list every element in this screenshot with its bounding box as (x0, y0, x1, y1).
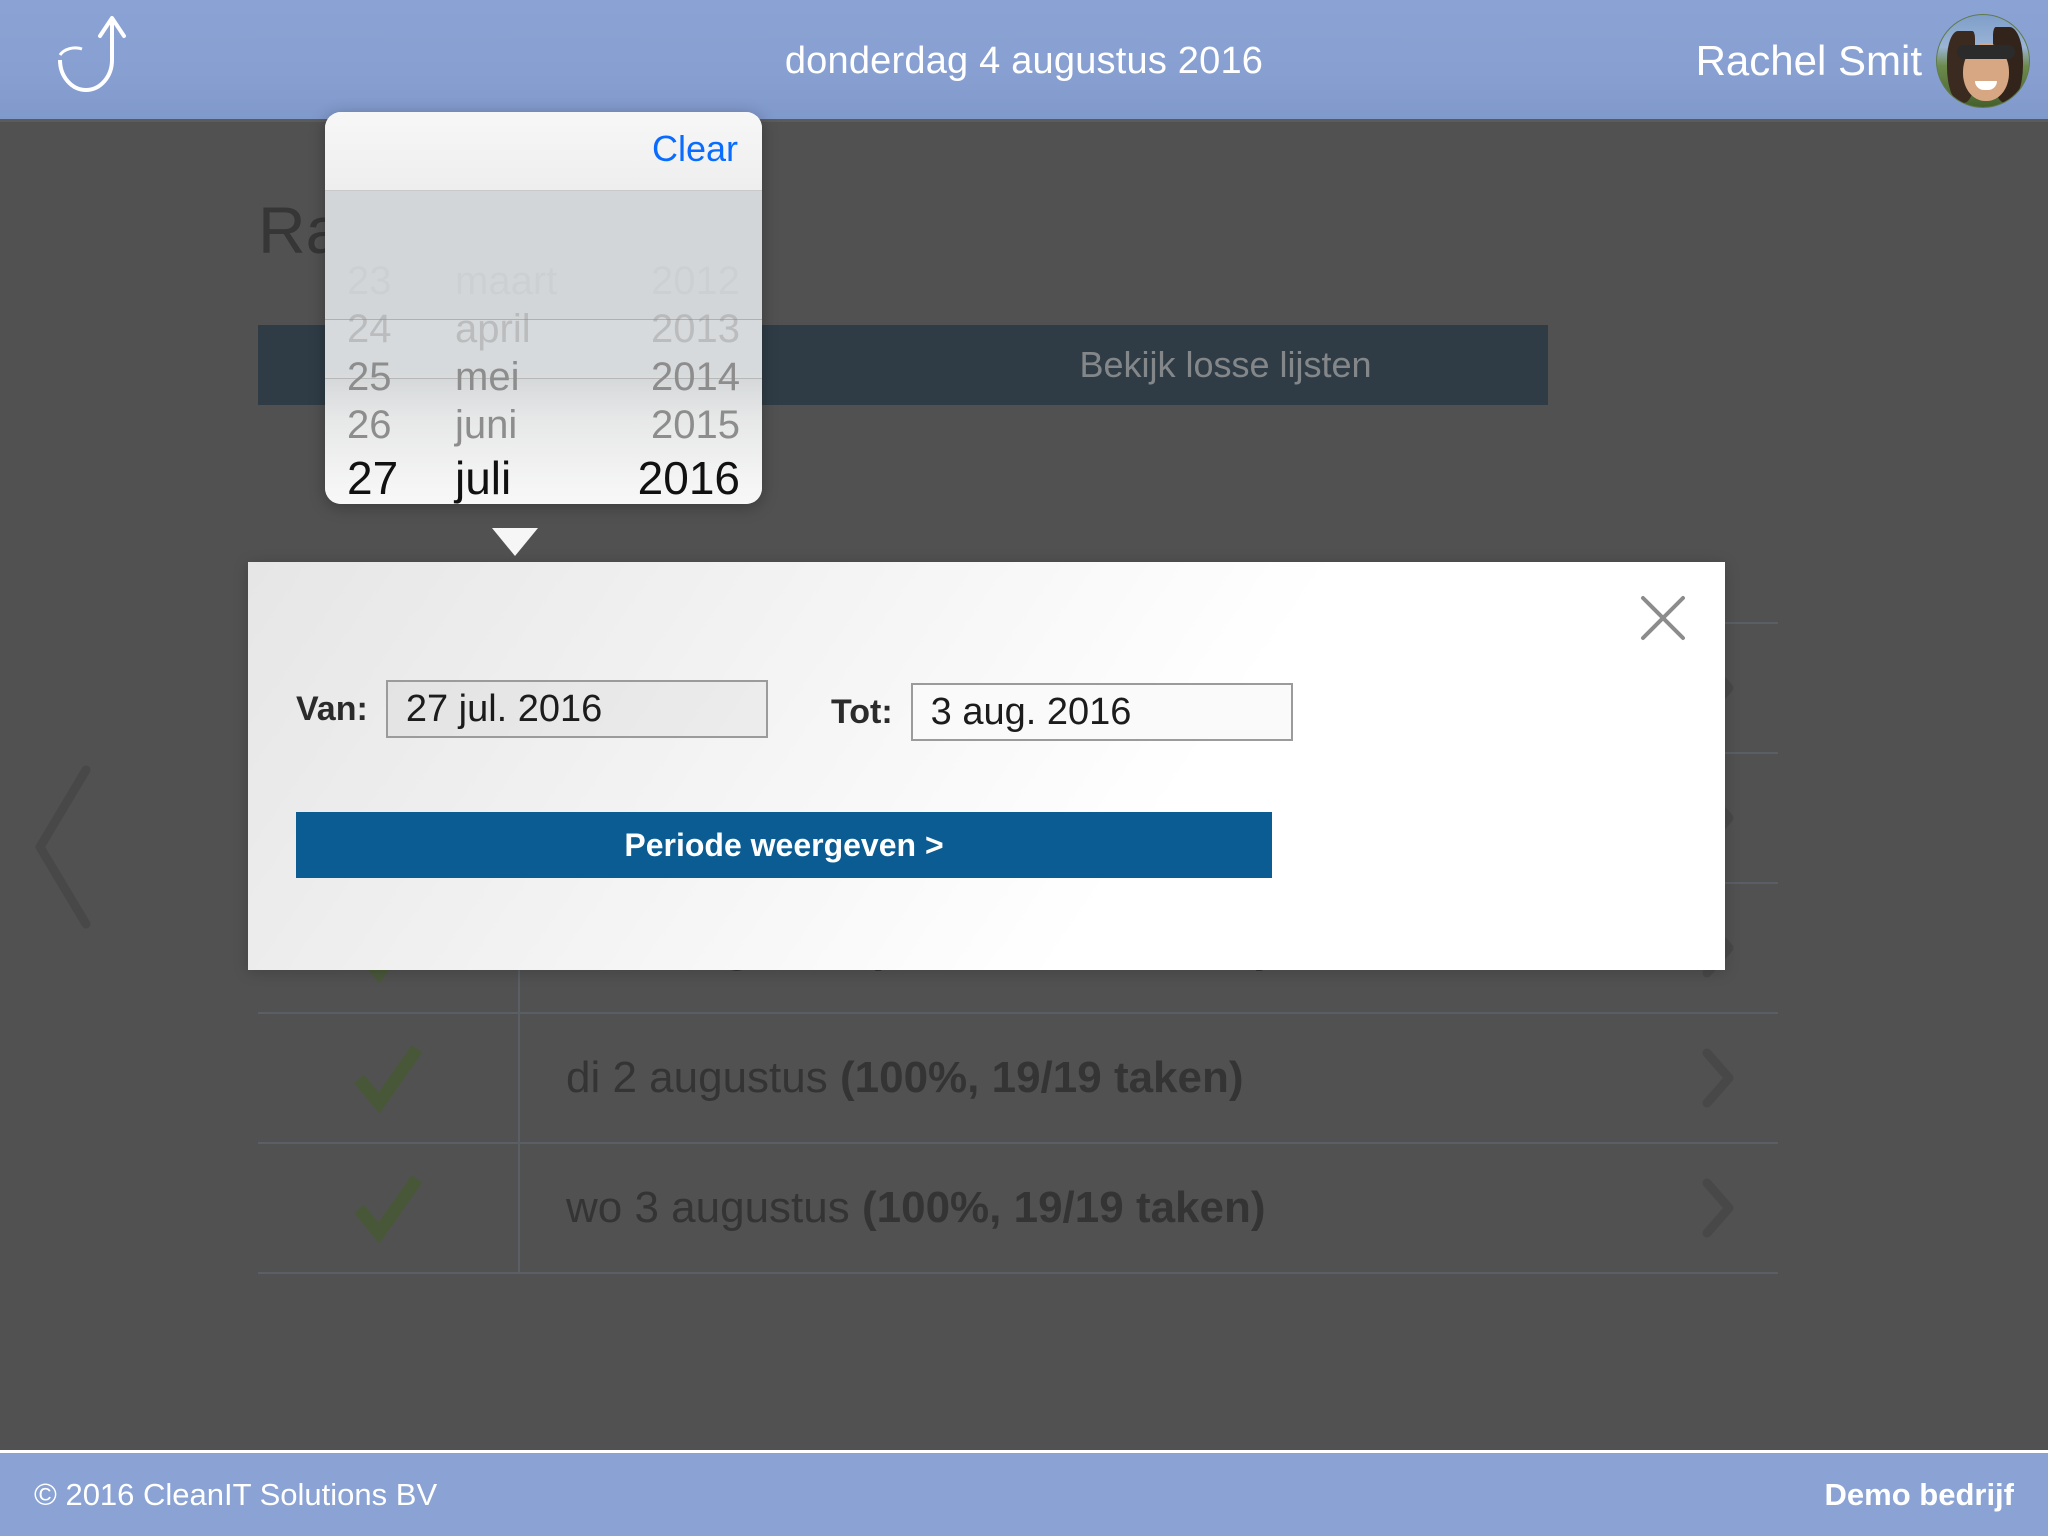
close-x-icon (1641, 596, 1685, 640)
top-bar: donderdag 4 augustus 2016 Rachel Smit (0, 0, 2048, 122)
month-option[interactable]: mei (445, 353, 622, 401)
month-option-selected[interactable]: juli (445, 449, 622, 504)
van-date-input[interactable]: 27 jul. 2016 (385, 680, 768, 738)
clear-button[interactable]: Clear (652, 128, 738, 170)
day-option-selected[interactable]: 27 (325, 449, 445, 504)
close-button[interactable] (1635, 590, 1691, 646)
tot-field-group: Tot: 3 aug. 2016 (831, 683, 1293, 741)
month-option[interactable]: april (445, 305, 622, 353)
picker-header: Clear (325, 112, 762, 191)
user-name-label: Rachel Smit (1695, 37, 1922, 84)
year-option-selected[interactable]: 2016 (622, 449, 762, 504)
day-option[interactable]: 23 (325, 257, 445, 305)
day-option[interactable]: 26 (325, 401, 445, 449)
show-period-button[interactable]: Periode weergeven > (296, 812, 1272, 878)
month-option[interactable]: maart (445, 257, 622, 305)
year-option[interactable]: 2013 (622, 305, 762, 353)
avatar[interactable] (1936, 14, 2030, 108)
tot-label: Tot: (831, 692, 893, 731)
month-wheel[interactable]: maart april mei juni juli augustus septe… (445, 191, 622, 505)
period-selector-modal: Van: 27 jul. 2016 Tot: 3 aug. 2016 Perio… (248, 528, 1725, 970)
footer-bar: © 2016 CleanIT Solutions BV Demo bedrijf (0, 1450, 2048, 1536)
year-wheel[interactable]: 2012 2013 2014 2015 2016 2017 2018 2019 … (622, 191, 762, 505)
year-option[interactable]: 2014 (622, 353, 762, 401)
day-option[interactable]: 24 (325, 305, 445, 353)
date-picker-popover: Clear 23 24 25 26 27 28 29 30 31 m (325, 112, 762, 504)
date-range-fields: Van: 27 jul. 2016 Tot: 3 aug. 2016 (248, 680, 1725, 770)
day-option[interactable]: 25 (325, 353, 445, 401)
van-field-group: Van: 27 jul. 2016 (296, 680, 768, 738)
year-option[interactable]: 2012 (622, 257, 762, 305)
van-label: Van: (296, 689, 368, 728)
company-label: Demo bedrijf (1824, 1476, 2014, 1512)
day-wheel[interactable]: 23 24 25 26 27 28 29 30 31 (325, 191, 445, 505)
tot-date-input[interactable]: 3 aug. 2016 (910, 683, 1293, 741)
month-option[interactable]: juni (445, 401, 622, 449)
user-block[interactable]: Rachel Smit (1696, 0, 2030, 122)
picker-wheels: 23 24 25 26 27 28 29 30 31 maart april m… (325, 191, 762, 504)
year-option[interactable]: 2015 (622, 401, 762, 449)
copyright-label: © 2016 CleanIT Solutions BV (34, 1476, 438, 1512)
